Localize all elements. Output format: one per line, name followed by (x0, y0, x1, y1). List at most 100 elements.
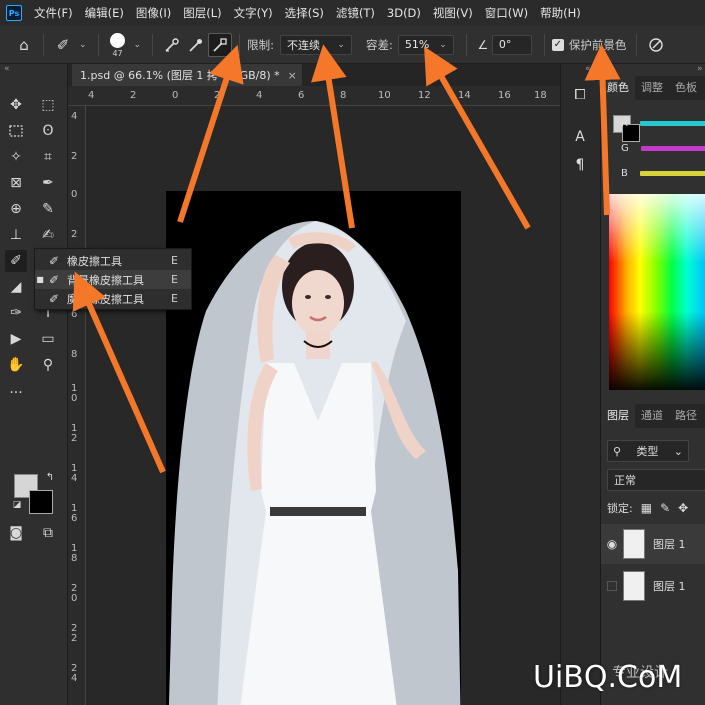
magic-wand-tool-icon[interactable]: ✧ (5, 146, 27, 168)
tab-layers[interactable]: 图层 (601, 402, 635, 428)
rectangle-tool-icon[interactable]: ▭ (37, 328, 59, 350)
ruler-tick: 2 (130, 90, 137, 101)
tab-swatches[interactable]: 色板 (669, 79, 703, 100)
ruler-tick: 10 (378, 90, 391, 101)
menu-view[interactable]: 视图(V) (427, 5, 479, 21)
ruler-tick: 4 (71, 111, 78, 122)
chevron-down-icon[interactable]: ⌄ (79, 40, 87, 50)
screen-mode-icon[interactable]: ⧉ (37, 522, 59, 544)
artboard-tool-icon[interactable]: ⬚ (37, 94, 59, 116)
slider-green[interactable]: G (619, 141, 705, 155)
swap-colors-icon[interactable]: ↰ (39, 466, 61, 488)
brush-preset-picker[interactable]: 47 (106, 32, 130, 58)
flyout-item-eraser[interactable]: ✐ 橡皮擦工具 E (35, 251, 191, 270)
blend-mode-select[interactable]: 正常 (607, 469, 705, 491)
angle-icon: ∠ (477, 37, 489, 52)
frame-tool-icon[interactable]: ⊠ (5, 172, 27, 194)
healing-brush-tool-icon[interactable]: ⊕ (5, 198, 27, 220)
layers-panel-tabs: 图层 通道 路径 (601, 402, 705, 428)
background-color-swatch[interactable] (29, 490, 53, 514)
visibility-eye-icon[interactable]: ◉ (601, 537, 623, 551)
menu-window[interactable]: 窗口(W) (479, 5, 534, 21)
background-eraser-tool-icon[interactable]: ✐ (51, 33, 75, 57)
menu-help[interactable]: 帮助(H) (534, 5, 587, 21)
tab-color[interactable]: 颜色 (601, 74, 635, 100)
ruler-tick: 14 (458, 90, 471, 101)
tab-adjustments[interactable]: 调整 (635, 79, 669, 100)
document-canvas-photo[interactable] (166, 191, 461, 705)
flyout-item-magic-eraser[interactable]: ✐ 魔术橡皮擦工具 E (35, 289, 191, 308)
character-panel-icon[interactable]: A (569, 126, 591, 148)
history-panel-icon[interactable]: ⧠ (569, 84, 591, 106)
crop-tool-icon[interactable]: ⌗ (37, 146, 59, 168)
menu-3d[interactable]: 3D(D) (381, 6, 427, 20)
document-tab-title: 1.psd @ 66.1% (图层 1 拷 (80, 69, 218, 82)
collapse-icon[interactable]: » (697, 64, 703, 74)
ruler-tick: 1 8 (71, 543, 78, 564)
blur-tool-icon[interactable]: ◢ (5, 276, 27, 298)
default-colors-icon[interactable]: ◪ (6, 494, 28, 516)
menu-edit[interactable]: 编辑(E) (79, 5, 130, 21)
menu-layer[interactable]: 图层(L) (177, 5, 227, 21)
lock-transparent-pixels-icon[interactable]: ▦ (641, 501, 652, 515)
layer-thumbnail (623, 571, 645, 601)
flyout-shortcut: E (171, 273, 178, 286)
sampling-background-swatch-icon[interactable] (208, 32, 233, 57)
zoom-tool-icon[interactable]: ⚲ (37, 354, 59, 376)
hand-tool-icon[interactable]: ✋ (5, 354, 27, 376)
angle-input[interactable]: 0° (491, 34, 532, 55)
visibility-off-icon[interactable] (607, 581, 617, 591)
home-icon[interactable]: ⌂ (12, 33, 36, 57)
brush-size-value: 47 (112, 48, 123, 58)
lock-image-pixels-icon[interactable]: ✎ (660, 501, 670, 515)
search-icon: ⚲ (613, 444, 622, 458)
divider (152, 33, 154, 56)
brush-tool-icon[interactable]: ✎ (37, 198, 59, 220)
close-icon[interactable]: × (288, 69, 297, 82)
layer-row[interactable]: ◉ 图层 1 (601, 524, 705, 564)
history-brush-tool-icon[interactable]: ✍ (37, 224, 59, 246)
marquee-tool-icon[interactable] (5, 120, 27, 142)
ruler-tick: 12 (418, 90, 431, 101)
slider-red[interactable]: R (619, 116, 705, 130)
eraser-icon: ✐ (48, 253, 60, 268)
limit-select[interactable]: 不连续 ⌄ (279, 34, 352, 55)
menu-type[interactable]: 文字(Y) (228, 5, 279, 21)
flyout-shortcut: E (171, 254, 178, 267)
chevron-down-icon[interactable]: ⌄ (134, 40, 142, 50)
divider (97, 33, 99, 56)
sampling-continuous-icon[interactable] (160, 33, 184, 57)
ruler-tick: 6 (298, 90, 305, 101)
collapse-icon[interactable]: « (4, 64, 10, 74)
slider-blue[interactable]: B (619, 166, 705, 180)
tab-channels[interactable]: 通道 (635, 407, 669, 428)
lasso-tool-icon[interactable]: ʘ (37, 120, 59, 142)
lock-position-icon[interactable]: ✥ (678, 501, 688, 515)
quick-mask-icon[interactable]: ◙ (5, 522, 27, 544)
document-tab[interactable]: 1.psd @ 66.1% (图层 1 拷 RGB/8) * × (72, 64, 302, 86)
menu-image[interactable]: 图像(I) (130, 5, 177, 21)
menu-file[interactable]: 文件(F) (28, 5, 79, 21)
menu-filter[interactable]: 滤镜(T) (330, 5, 381, 21)
path-selection-tool-icon[interactable]: ▶ (5, 328, 27, 350)
paragraph-panel-icon[interactable]: ¶ (569, 154, 591, 176)
move-tool-icon[interactable]: ✥ (5, 94, 27, 116)
protect-foreground-checkbox[interactable]: ✓ (551, 38, 564, 51)
menu-select[interactable]: 选择(S) (279, 5, 330, 21)
tab-paths[interactable]: 路径 (669, 407, 703, 428)
flyout-item-label: 橡皮擦工具 (67, 254, 122, 268)
sampling-once-icon[interactable] (184, 33, 208, 57)
collapse-icon[interactable]: « (585, 64, 591, 74)
canvas-area[interactable] (86, 106, 560, 705)
layer-row[interactable]: 图层 1 (601, 566, 705, 606)
stamp-tool-icon[interactable]: ⊥ (5, 224, 27, 246)
eyedropper-tool-icon[interactable]: ✒ (37, 172, 59, 194)
color-spectrum[interactable] (609, 194, 705, 390)
pen-tool-icon[interactable]: ✑ (5, 302, 27, 324)
pressure-icon[interactable] (644, 33, 668, 57)
more-tools-icon[interactable]: ··· (5, 382, 27, 404)
flyout-item-background-eraser[interactable]: ■ ✐ 背景橡皮擦工具 E (35, 270, 191, 289)
tolerance-input[interactable]: 51% ⌄ (397, 34, 454, 55)
layer-filter-select[interactable]: ⚲ 类型 ⌄ (607, 440, 689, 462)
eraser-tool-icon[interactable]: ✐ (5, 250, 27, 272)
